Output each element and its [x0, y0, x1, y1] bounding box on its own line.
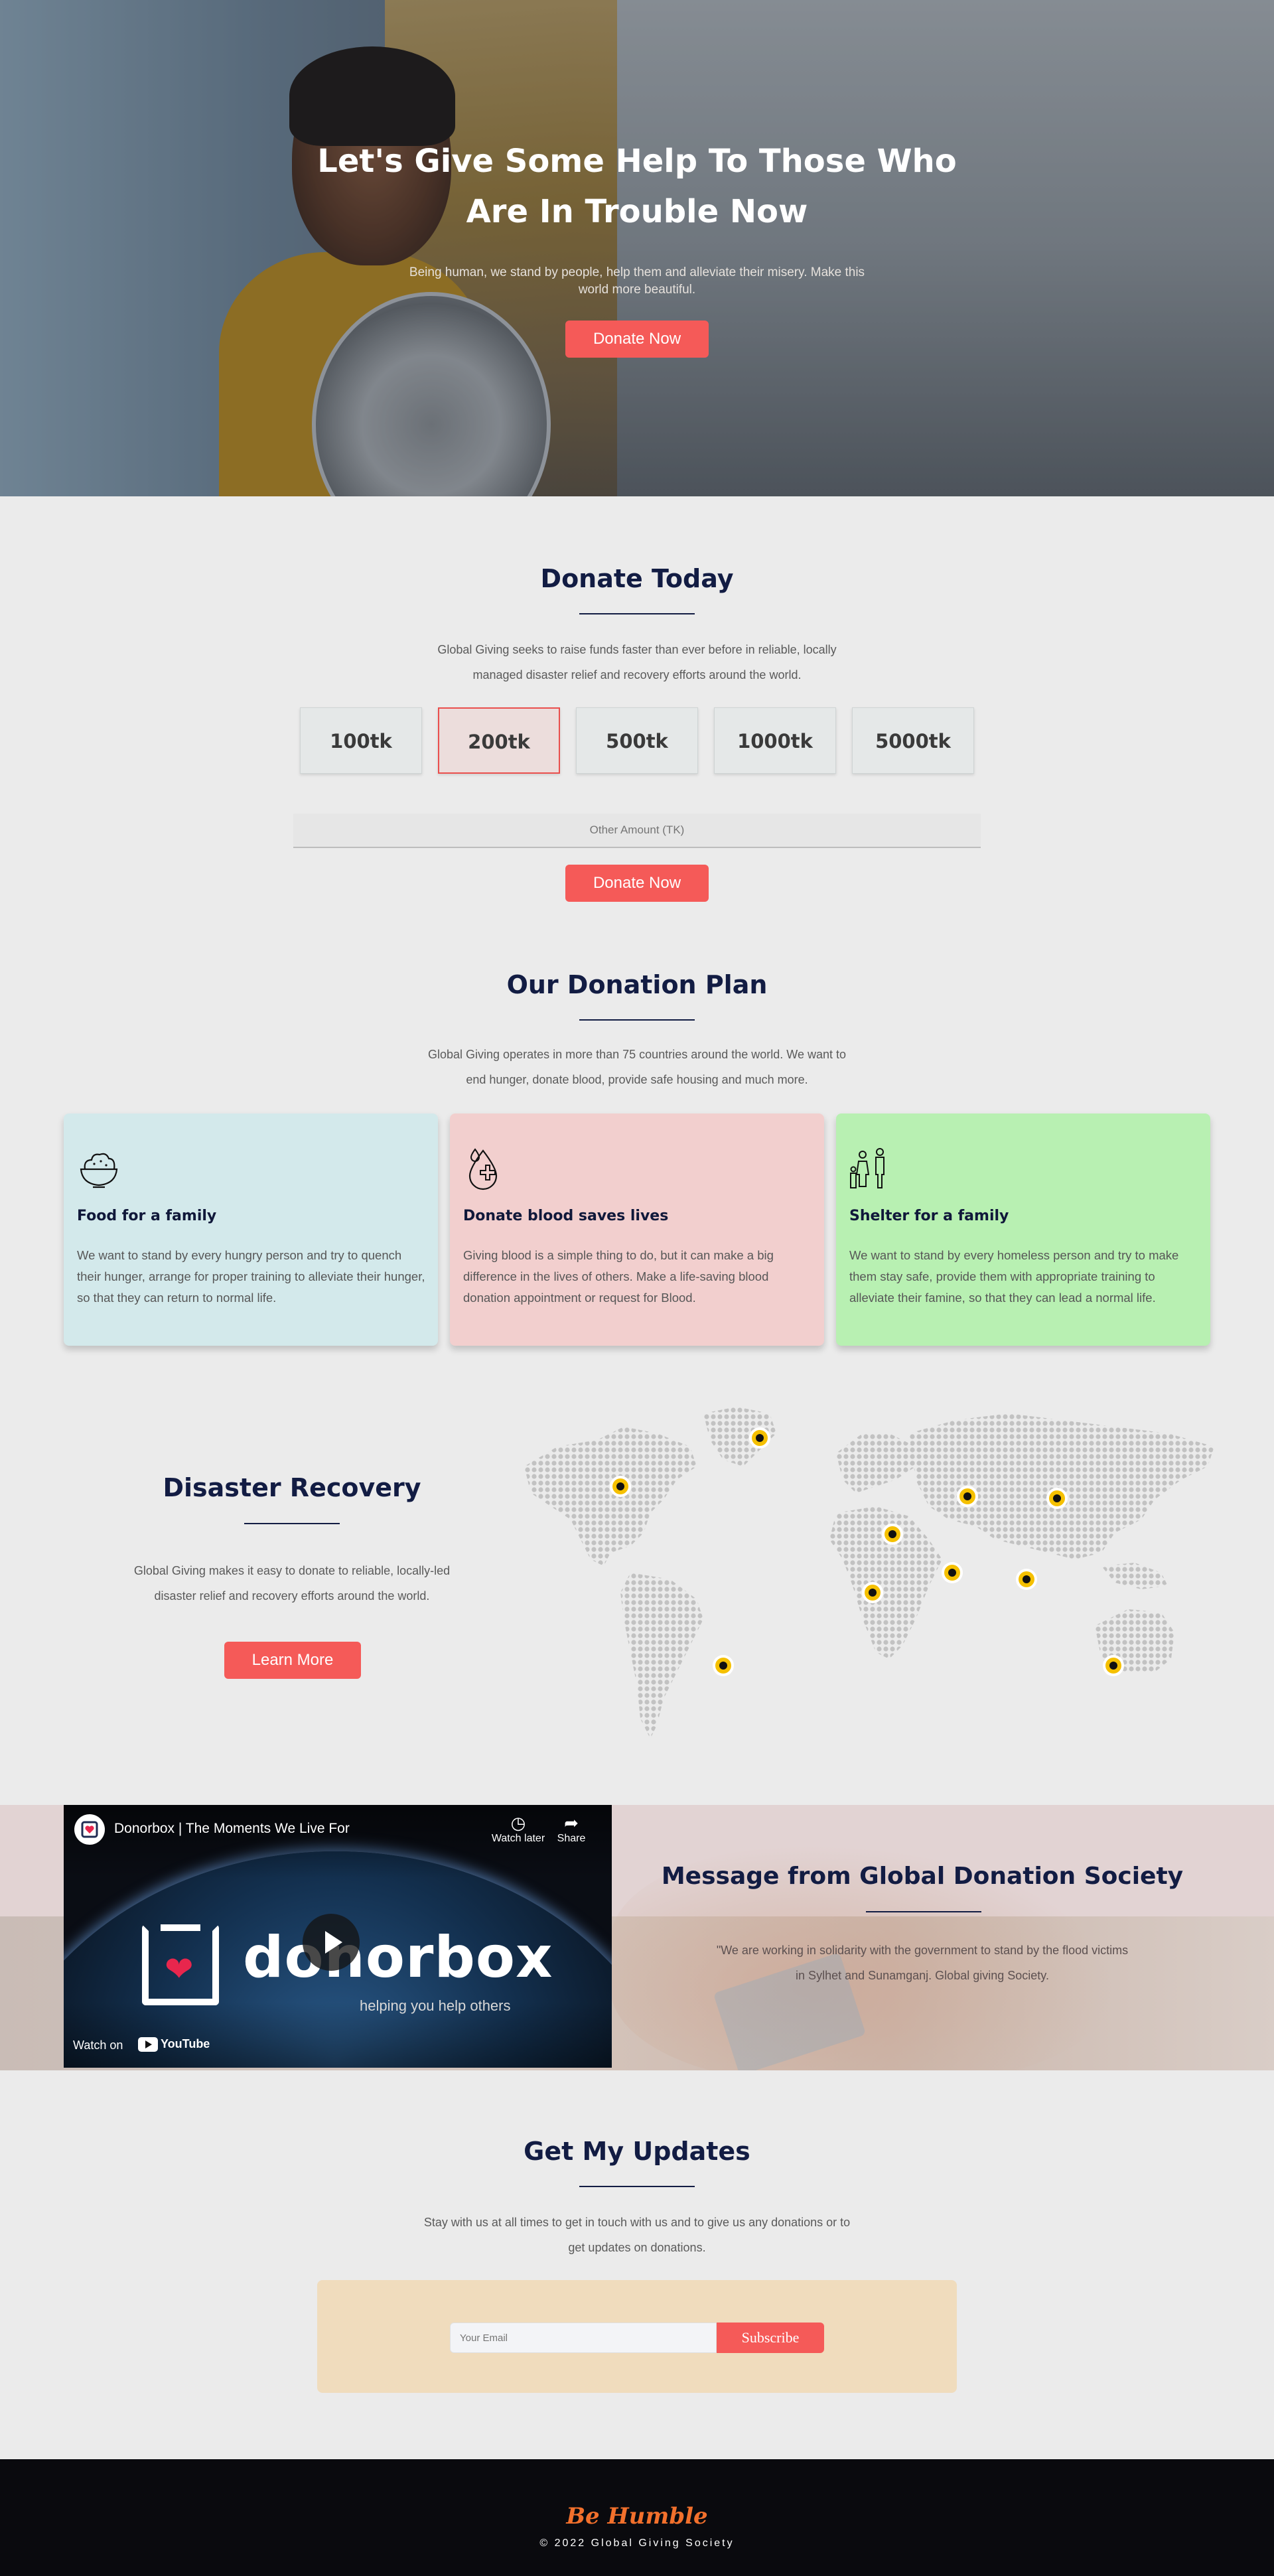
disaster-description-line2: disaster relief and recovery efforts aro… [154, 1589, 430, 1603]
plan-description-line2: end hunger, donate blood, provide safe h… [466, 1073, 808, 1086]
map-marker-australia[interactable] [1103, 1655, 1124, 1676]
donorbox-logo-icon [81, 1821, 98, 1838]
plan-title: Our Donation Plan [506, 970, 768, 999]
donate-description: Global Giving seeks to raise funds faste… [372, 637, 902, 687]
plan-card-food[interactable]: Food for a family We want to stand by ev… [64, 1113, 438, 1346]
video-player[interactable]: Donorbox | The Moments We Live For ◷ Wat… [64, 1805, 612, 2068]
plan-card-blood-text: Giving blood is a simple thing to do, bu… [463, 1248, 774, 1305]
message-text: "We are working in solidarity with the g… [657, 1938, 1188, 1988]
video-brand-wordmark: donorbox [243, 1924, 553, 1991]
heart-icon: ❤ [165, 1950, 194, 1989]
food-bowl-icon [80, 1153, 118, 1188]
watch-later-button[interactable]: ◷ Watch later [488, 1813, 548, 1845]
plan-card-blood[interactable]: Donate blood saves lives Giving blood is… [450, 1113, 824, 1346]
disaster-title-underline [244, 1523, 340, 1524]
donate-now-button[interactable]: Donate Now [565, 865, 709, 902]
map-marker-south-america[interactable] [713, 1655, 734, 1676]
hero-donate-button[interactable]: Donate Now [565, 321, 709, 358]
amount-option-200[interactable]: 200tk [438, 707, 560, 774]
youtube-play-icon [138, 2037, 158, 2052]
hero-subtitle-line2: world more beautiful. [578, 283, 696, 297]
hero-subtitle-line1: Being human, we stand by people, help th… [409, 265, 865, 279]
video-title[interactable]: Donorbox | The Moments We Live For [114, 1821, 350, 1837]
map-marker-middle-east[interactable] [942, 1562, 963, 1583]
plan-description: Global Giving operates in more than 75 c… [372, 1042, 902, 1092]
blood-drop-icon [468, 1148, 498, 1190]
donate-title-underline [579, 613, 695, 614]
youtube-label: YouTube [161, 2037, 210, 2050]
watch-later-label: Watch later [491, 1833, 545, 1844]
channel-avatar[interactable] [74, 1814, 105, 1845]
footer: Be Humble © 2022 Global Giving Society [0, 2459, 1274, 2576]
amount-option-5000[interactable]: 5000tk [852, 707, 974, 774]
family-icon [850, 1148, 885, 1188]
plan-card-blood-title: Donate blood saves lives [463, 1208, 669, 1224]
footer-copyright: © 2022 Global Giving Society [539, 2538, 735, 2549]
map-marker-south-asia[interactable] [1016, 1569, 1037, 1590]
world-map-continents [524, 1407, 1214, 1739]
message-title: Message from Global Donation Society [661, 1863, 1184, 1890]
map-marker-west-africa[interactable] [862, 1582, 883, 1603]
share-arrow-icon: ➦ [564, 1813, 579, 1833]
map-marker-central-asia[interactable] [957, 1486, 978, 1507]
plan-card-shelter-title: Shelter for a family [849, 1208, 1009, 1224]
play-button[interactable] [303, 1914, 360, 1971]
donate-description-line1: Global Giving seeks to raise funds faste… [437, 643, 837, 656]
map-marker-north-america-west[interactable] [610, 1476, 631, 1497]
map-marker-east-asia[interactable] [1046, 1488, 1068, 1509]
hero-title-line2: Are In Trouble Now [466, 193, 808, 230]
hero-title-line1: Let's Give Some Help To Those Who [317, 143, 957, 180]
disaster-description: Global Giving makes it easy to donate to… [60, 1558, 524, 1609]
youtube-link[interactable]: YouTube [138, 2037, 210, 2052]
updates-description-line1: Stay with us at all times to get in touc… [423, 2216, 851, 2229]
hero-overlay [0, 0, 1274, 496]
disaster-title: Disaster Recovery [163, 1473, 421, 1502]
updates-description: Stay with us at all times to get in touc… [372, 2210, 902, 2260]
map-marker-europe[interactable] [882, 1524, 903, 1545]
learn-more-button[interactable]: Learn More [224, 1642, 361, 1679]
hero-title: Let's Give Some Help To Those Who Are In… [305, 136, 969, 237]
disaster-description-line1: Global Giving makes it easy to donate to… [133, 1564, 451, 1577]
watch-on-label: Watch on [73, 2039, 123, 2052]
message-title-underline [866, 1911, 981, 1912]
message-text-line2: in Sylhet and Sunamganj. Global giving S… [796, 1969, 1049, 1982]
subscribe-button[interactable]: Subscribe [717, 2323, 824, 2353]
plan-description-line1: Global Giving operates in more than 75 c… [427, 1048, 847, 1061]
hero-subtitle: Being human, we stand by people, help th… [391, 264, 883, 299]
amount-option-100[interactable]: 100tk [300, 707, 422, 774]
footer-logo[interactable]: Be Humble [0, 2503, 1274, 2530]
world-map [524, 1407, 1214, 1739]
clock-icon: ◷ [510, 1813, 526, 1833]
message-text-line1: "We are working in solidarity with the g… [716, 1944, 1129, 1957]
share-button[interactable]: ➦ Share [541, 1813, 601, 1845]
email-input[interactable] [450, 2323, 717, 2353]
map-marker-greenland[interactable] [749, 1427, 770, 1449]
plan-card-food-title: Food for a family [77, 1208, 217, 1224]
plan-card-food-text: We want to stand by every hungry person … [77, 1248, 425, 1305]
other-amount-input[interactable] [293, 814, 981, 848]
share-label: Share [557, 1833, 586, 1844]
plan-title-underline [579, 1019, 695, 1021]
plan-card-shelter-text: We want to stand by every homeless perso… [849, 1248, 1179, 1305]
plan-card-shelter[interactable]: Shelter for a family We want to stand by… [836, 1113, 1210, 1346]
updates-title-underline [579, 2186, 695, 2187]
donate-description-line2: managed disaster relief and recovery eff… [472, 668, 802, 681]
video-tagline: helping you help others [360, 1997, 511, 2014]
updates-description-line2: get updates on donations. [568, 2241, 706, 2254]
updates-title: Get My Updates [524, 2137, 750, 2166]
hero-banner: Let's Give Some Help To Those Who Are In… [0, 0, 1274, 496]
amount-option-1000[interactable]: 1000tk [714, 707, 836, 774]
amount-option-500[interactable]: 500tk [576, 707, 698, 774]
donate-title: Donate Today [540, 564, 734, 593]
